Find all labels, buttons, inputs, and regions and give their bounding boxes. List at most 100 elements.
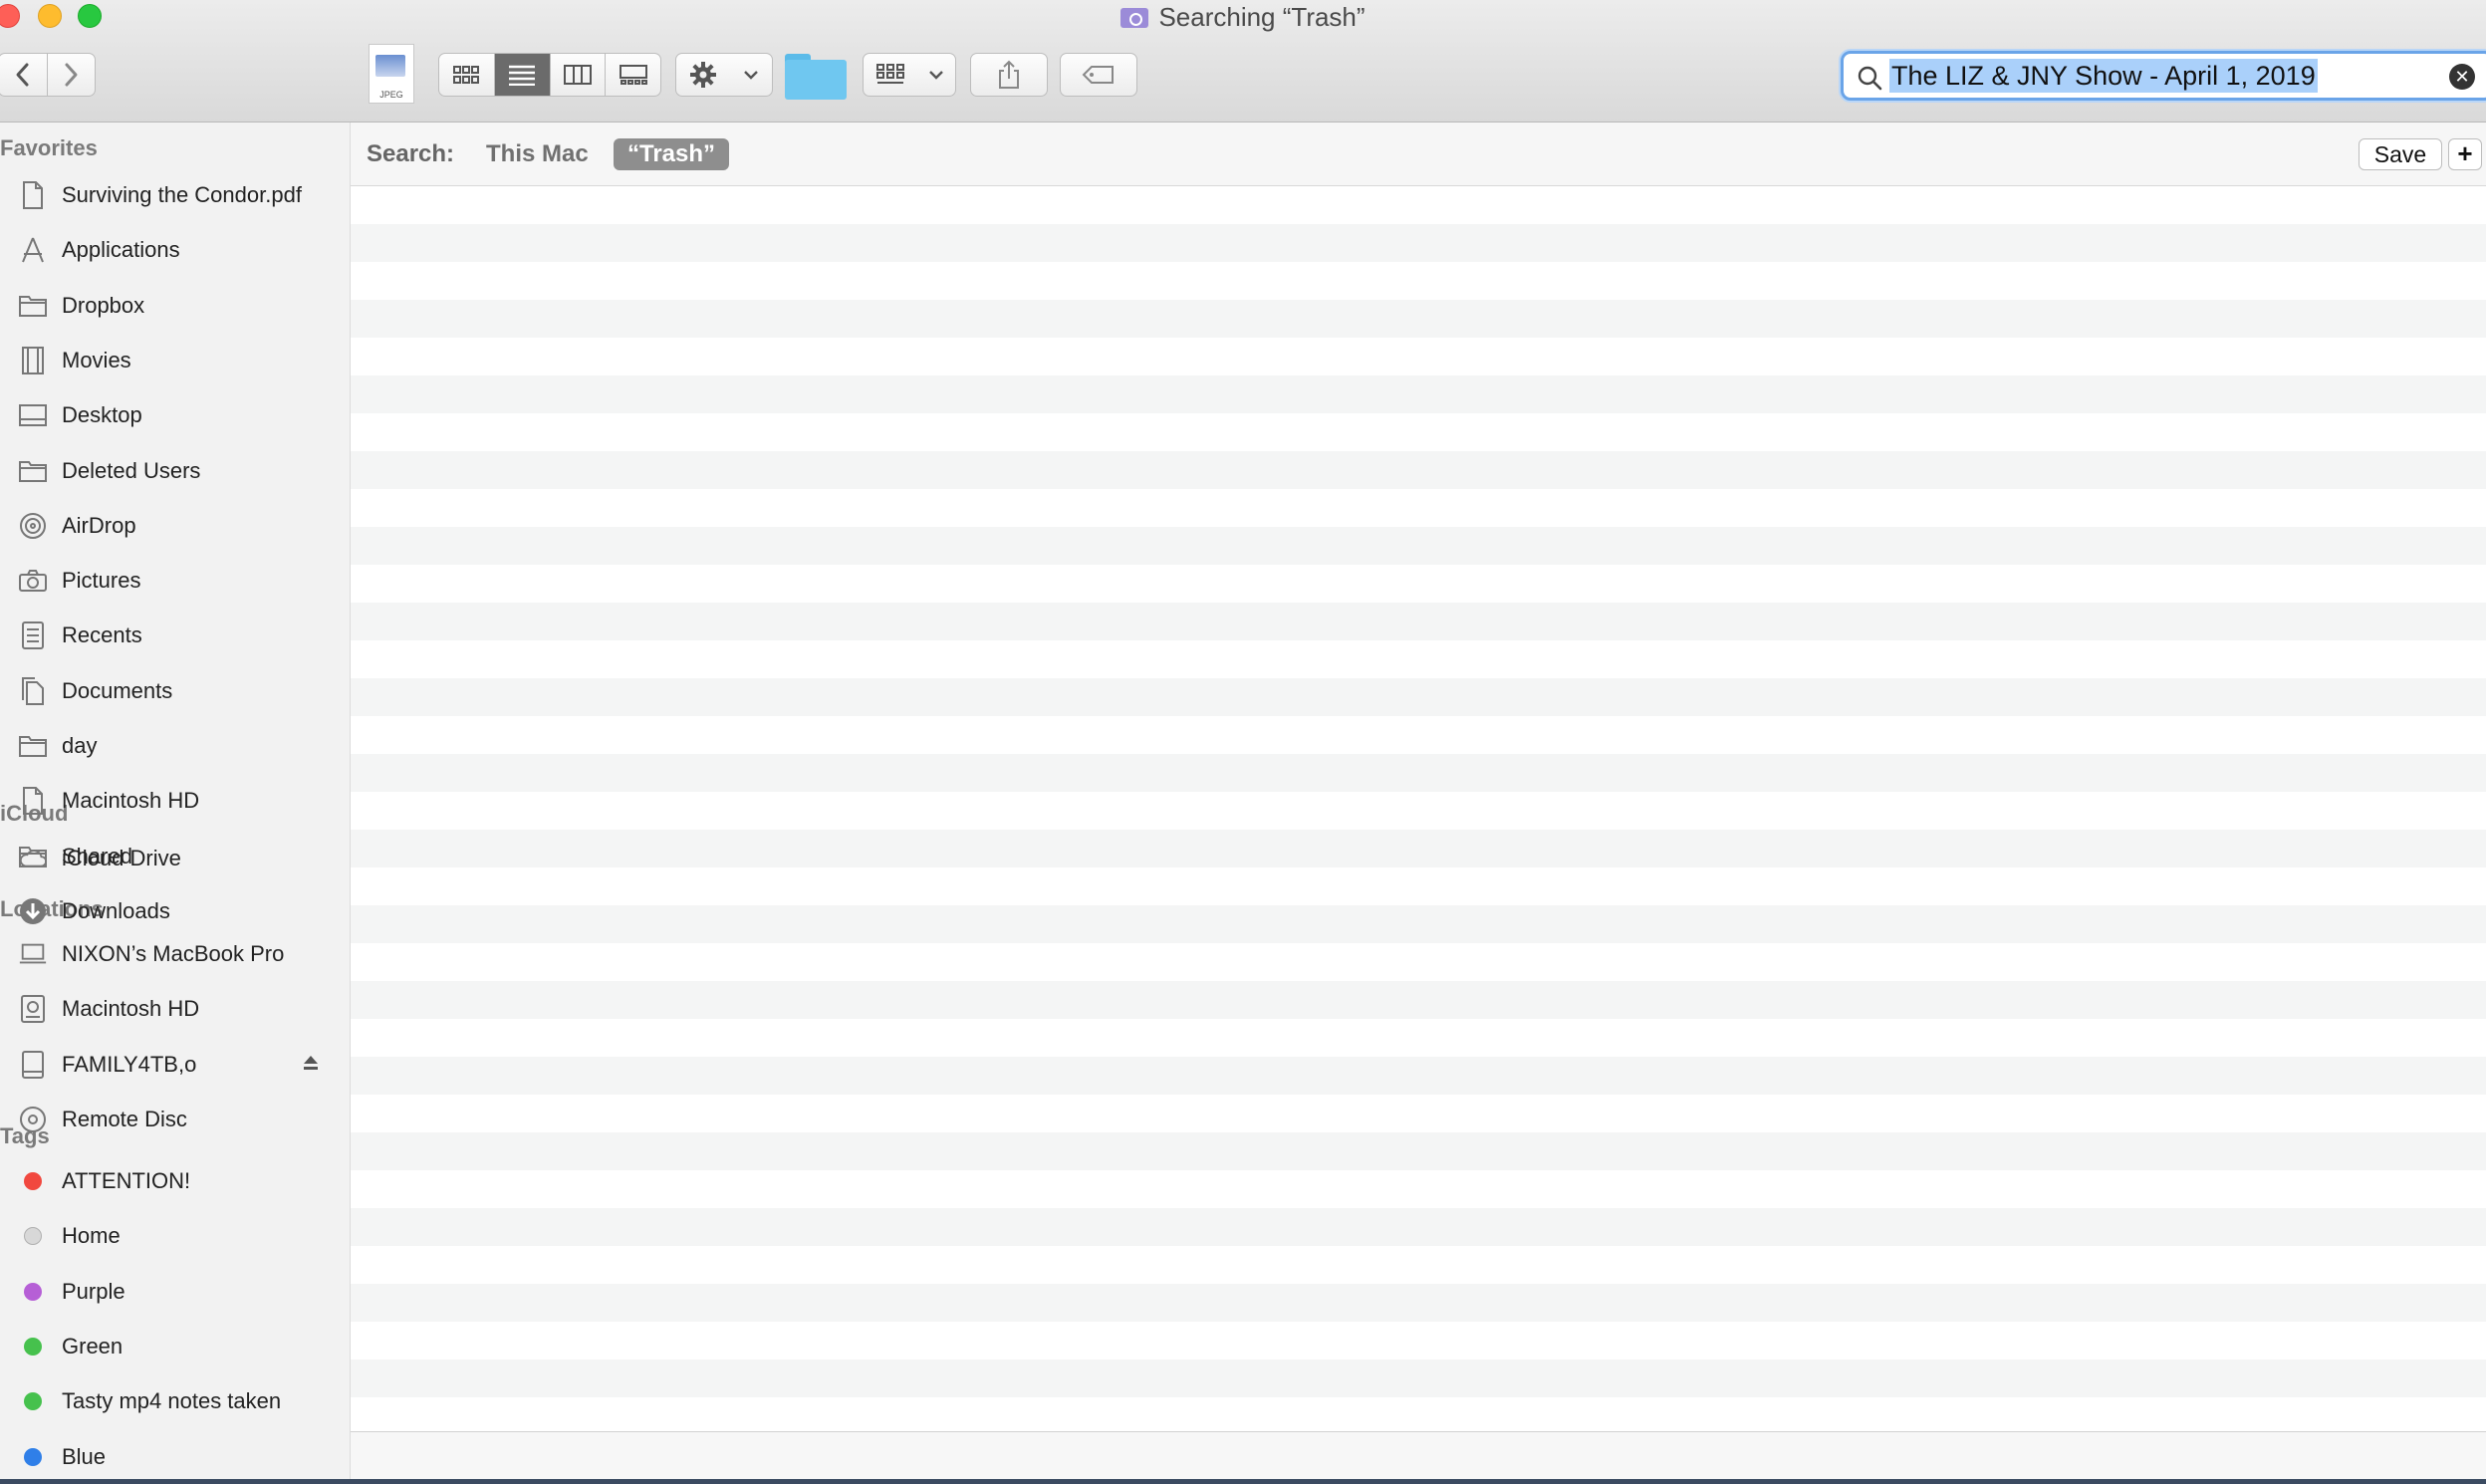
sidebar-item[interactable]: FAMILY4TB,o [18,1045,196,1085]
sidebar-item[interactable]: day [18,726,97,766]
share-button[interactable] [970,53,1048,97]
search-results-list[interactable] [351,186,2486,1431]
view-mode-selector [438,53,661,97]
tag-item[interactable]: Green [18,1327,123,1366]
sidebar-item-label: Tasty mp4 notes taken [62,1388,282,1414]
sidebar-item-label: Documents [62,677,173,703]
tags-button[interactable] [1060,53,1137,97]
window-title: Searching “Trash” [0,2,2486,33]
chevron-right-icon [65,63,78,87]
action-menu-button[interactable] [675,53,773,97]
gear-icon [690,62,716,88]
tag-color-dot-icon [18,1166,48,1196]
smart-folder-icon [1120,8,1149,28]
favorites-header: Favorites [0,135,98,160]
sidebar-item-label: Macintosh HD [62,996,200,1022]
sidebar-item[interactable]: Desktop [18,395,142,435]
sidebar-item-label: Movies [62,347,131,372]
sidebar-item[interactable]: Macintosh HD [18,989,199,1029]
sidebar-item[interactable]: Deleted Users [18,451,200,491]
sidebar-item-label: Deleted Users [62,457,201,483]
sidebar-item[interactable]: iCloud Drive [18,839,181,878]
applications-icon [18,235,48,265]
sidebar-item-label: Downloads [62,897,170,923]
column-view-button[interactable] [549,54,606,96]
jpeg-file-proxy-icon[interactable]: JPEG [369,44,414,104]
sidebar-item-label: Pictures [62,568,141,594]
grid-icon [453,66,480,84]
tag-color-dot-icon [18,1221,48,1251]
sidebar-item-label: Recents [62,622,142,648]
tag-item[interactable]: Purple [18,1272,125,1312]
sidebar-item[interactable]: Dropbox [18,286,144,326]
back-button[interactable] [0,54,47,96]
sidebar-item-label: iCloud Drive [62,846,181,870]
search-field[interactable]: The LIZ & JNY Show - April 1, 2019 ✕ [1841,51,2486,101]
icon-view-button[interactable] [439,54,494,96]
search-scope-bar: Search: This Mac “Trash” Save + [351,123,2486,186]
group-by-button[interactable] [863,53,956,97]
sidebar-item[interactable]: Recents [18,616,142,655]
navigation-buttons [0,53,96,97]
sidebar-item-label: Remote Disc [62,1106,187,1131]
tag-color-dot-icon [18,1386,48,1416]
chevron-down-icon [744,71,758,80]
new-folder-icon[interactable] [785,54,847,100]
gallery-view-button[interactable] [605,54,660,96]
chevron-left-icon [16,63,29,87]
tag-color-dot-icon [18,1277,48,1307]
sidebar-item[interactable]: AirDrop [18,506,136,546]
list-view-button[interactable] [493,54,550,96]
tag-color-dot-icon [18,1332,48,1361]
eject-icon[interactable] [301,1053,321,1073]
sidebar-item-label: FAMILY4TB,o [62,1051,197,1077]
film-icon [18,346,48,375]
search-input-value[interactable]: The LIZ & JNY Show - April 1, 2019 [1889,59,2318,93]
disc-icon [18,1105,48,1134]
sidebar-item-label: NIXON’s MacBook Pro [62,941,285,966]
tag-icon [1082,66,1114,84]
sidebar-item-label: Desktop [62,402,142,428]
chevron-down-icon [928,71,943,80]
sidebar-item[interactable]: Downloads [18,891,170,931]
sidebar-item[interactable]: Surviving the Condor.pdf [18,175,302,215]
scope-trash[interactable]: “Trash” [614,138,730,170]
document-icon [18,180,48,210]
tag-item[interactable]: Tasty mp4 notes taken [18,1381,281,1421]
sidebar-item[interactable]: Documents [18,671,172,711]
file-proxy-label: JPEG [379,90,403,100]
sidebar: Favorites iCloud Locations Tags Survivin… [0,123,351,1484]
save-search-button[interactable]: Save [2359,138,2442,170]
window-toolbar: Searching “Trash” JPEG The LIZ & JNY Sho… [0,0,2486,123]
sidebar-item[interactable]: Macintosh HD [18,781,199,821]
sidebar-item[interactable]: Remote Disc [18,1100,187,1139]
window-title-text: Searching “Trash” [1158,2,1366,32]
sidebar-item-label: Blue [62,1443,107,1469]
recents-icon [18,620,48,650]
sidebar-item[interactable]: Applications [18,230,180,270]
tag-item[interactable]: Home [18,1216,121,1256]
cloud-icon [18,844,48,873]
folder-icon [18,291,48,321]
path-bar [351,1431,2486,1484]
sidebar-item[interactable]: Movies [18,341,131,380]
forward-button[interactable] [46,54,96,96]
folder-icon [18,456,48,486]
external-drive-icon [18,1050,48,1080]
tag-item[interactable]: ATTENTION! [18,1161,190,1201]
search-icon [1858,66,1882,91]
clear-search-icon[interactable]: ✕ [2449,64,2475,90]
sidebar-item-label: Dropbox [62,292,145,318]
tag-item[interactable]: Blue [18,1437,106,1477]
scope-this-mac[interactable]: This Mac [486,140,589,168]
gallery-icon [619,65,647,85]
sidebar-item-label: day [62,733,98,758]
desktop-icon [18,400,48,430]
sidebar-item[interactable]: NIXON’s MacBook Pro [18,934,284,974]
sidebar-item-label: AirDrop [62,512,136,538]
add-criteria-button[interactable]: + [2448,138,2482,170]
tag-color-dot-icon [18,1442,48,1472]
group-grid-icon [875,64,904,84]
sidebar-item[interactable]: Pictures [18,561,140,601]
search-scope-label: Search: [367,140,455,167]
